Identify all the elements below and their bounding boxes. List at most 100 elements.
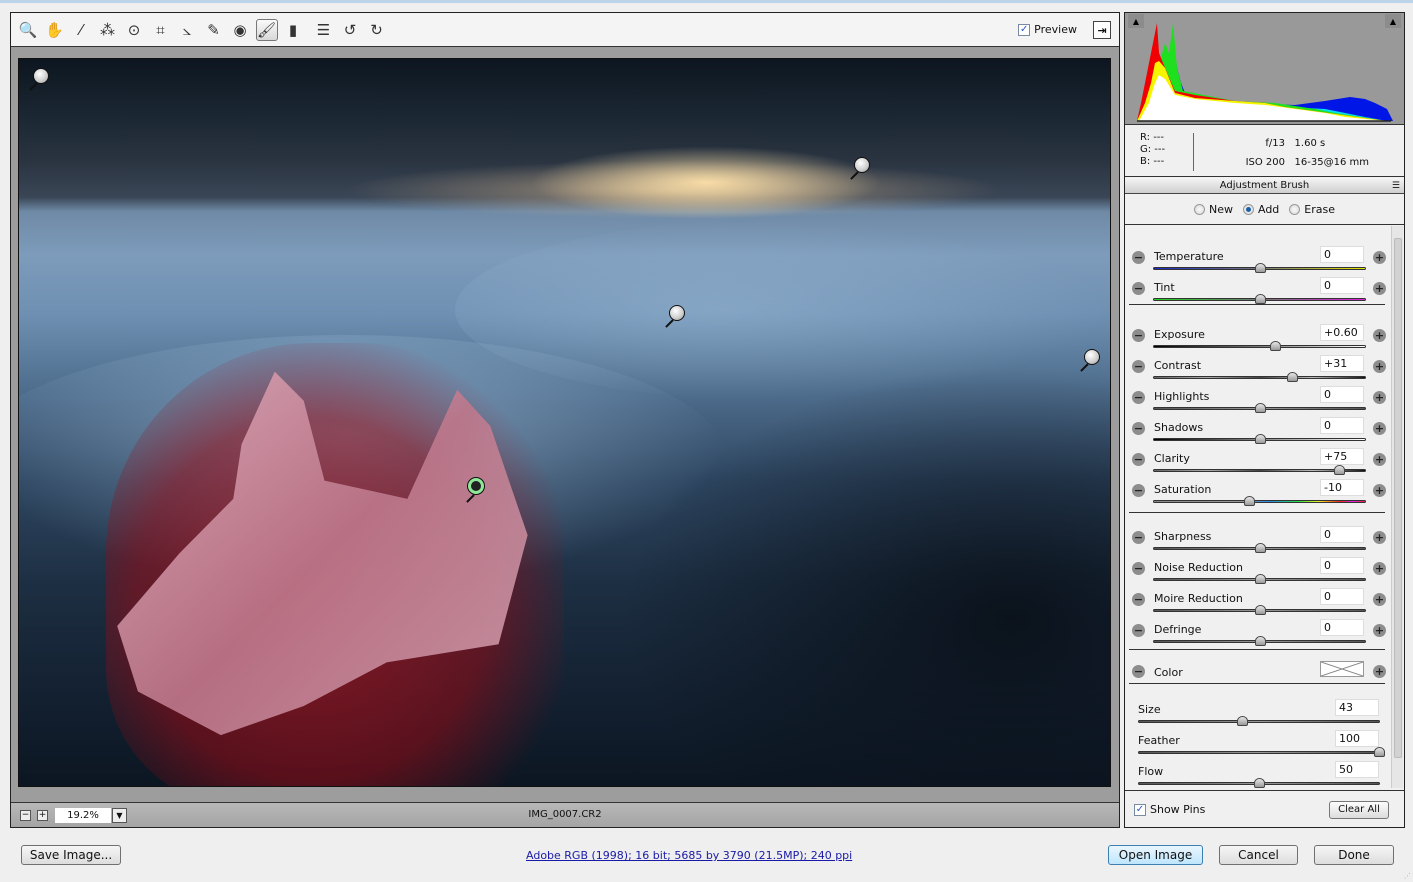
zoom-tool-icon[interactable]: 🔍 — [17, 19, 39, 41]
flow-value-field[interactable]: 50 — [1335, 761, 1379, 778]
color-sampler-tool-icon[interactable]: ⁂ — [97, 19, 119, 41]
save-image-button[interactable]: Save Image... — [21, 845, 121, 865]
noise-reduction-slider-thumb[interactable] — [1254, 574, 1266, 584]
panel-scrollbar-thumb[interactable] — [1394, 238, 1402, 758]
moire-reduction-slider-track[interactable] — [1153, 605, 1366, 615]
size-slider-thumb[interactable] — [1237, 716, 1249, 726]
exposure-increase-icon[interactable]: + — [1373, 329, 1386, 342]
crop-tool-icon[interactable]: ⌗ — [150, 19, 172, 41]
temperature-slider-track[interactable] — [1153, 263, 1366, 273]
panel-menu-icon[interactable]: ☰ — [1392, 178, 1400, 194]
panel-scrollbar[interactable] — [1391, 226, 1403, 788]
feather-slider-thumb[interactable] — [1374, 747, 1385, 757]
exposure-decrease-icon[interactable]: − — [1132, 329, 1145, 342]
adjustment-pin-icon[interactable] — [1083, 349, 1100, 366]
noise-reduction-increase-icon[interactable]: + — [1373, 562, 1386, 575]
flow-slider-thumb[interactable] — [1254, 778, 1265, 788]
temperature-slider-thumb[interactable] — [1254, 263, 1266, 273]
red-eye-removal-tool-icon[interactable]: ◉ — [229, 19, 251, 41]
temperature-increase-icon[interactable]: + — [1373, 251, 1386, 264]
highlights-slider-thumb[interactable] — [1254, 403, 1266, 413]
feather-value-field[interactable]: 100 — [1335, 730, 1379, 747]
saturation-value-field[interactable]: -10 — [1320, 479, 1364, 496]
highlights-value-field[interactable]: 0 — [1320, 386, 1364, 403]
shadows-value-field[interactable]: 0 — [1320, 417, 1364, 434]
moire-reduction-increase-icon[interactable]: + — [1373, 593, 1386, 606]
preferences-tool-icon[interactable]: ☰ — [313, 19, 335, 41]
clear-all-button[interactable]: Clear All — [1329, 801, 1389, 819]
saturation-increase-icon[interactable]: + — [1373, 484, 1386, 497]
radio-button-icon[interactable] — [1289, 204, 1301, 215]
shadows-slider-track[interactable] — [1153, 434, 1366, 444]
moire-reduction-slider-thumb[interactable] — [1254, 605, 1266, 615]
defringe-decrease-icon[interactable]: − — [1132, 624, 1145, 637]
straighten-tool-icon[interactable]: ⦣ — [176, 19, 198, 41]
size-slider-track[interactable] — [1138, 716, 1380, 726]
color-increase-icon[interactable]: + — [1373, 665, 1386, 678]
cancel-button[interactable]: Cancel — [1219, 845, 1298, 865]
defringe-increase-icon[interactable]: + — [1373, 624, 1386, 637]
white-balance-tool-icon[interactable]: ⁄ — [70, 19, 92, 41]
sharpness-decrease-icon[interactable]: − — [1132, 531, 1145, 544]
sharpness-value-field[interactable]: 0 — [1320, 526, 1364, 543]
sharpness-increase-icon[interactable]: + — [1373, 531, 1386, 544]
defringe-slider-thumb[interactable] — [1254, 636, 1266, 646]
color-decrease-icon[interactable]: − — [1132, 665, 1145, 678]
moire-reduction-value-field[interactable]: 0 — [1320, 588, 1364, 605]
shadows-slider-thumb[interactable] — [1254, 434, 1266, 444]
show-pins-toggle[interactable]: ✓ Show Pins — [1134, 803, 1205, 816]
mode-radio-add[interactable]: Add — [1242, 203, 1279, 216]
tint-slider-track[interactable] — [1153, 294, 1366, 304]
mode-radio-erase[interactable]: Erase — [1289, 203, 1335, 216]
shadows-decrease-icon[interactable]: − — [1132, 422, 1145, 435]
exposure-slider-track[interactable] — [1153, 341, 1366, 351]
hand-tool-icon[interactable]: ✋ — [44, 19, 66, 41]
highlights-increase-icon[interactable]: + — [1373, 391, 1386, 404]
flow-slider-track[interactable] — [1138, 778, 1380, 788]
tint-decrease-icon[interactable]: − — [1132, 282, 1145, 295]
rotate-right-tool-icon[interactable]: ↻ — [366, 19, 388, 41]
tint-increase-icon[interactable]: + — [1373, 282, 1386, 295]
open-image-button[interactable]: Open Image — [1108, 845, 1203, 865]
highlights-decrease-icon[interactable]: − — [1132, 391, 1145, 404]
exposure-value-field[interactable]: +0.60 — [1320, 324, 1364, 341]
rotate-left-tool-icon[interactable]: ↺ — [339, 19, 361, 41]
saturation-slider-thumb[interactable] — [1243, 496, 1255, 506]
contrast-increase-icon[interactable]: + — [1373, 360, 1386, 373]
feather-slider-track[interactable] — [1138, 747, 1385, 757]
size-value-field[interactable]: 43 — [1335, 699, 1379, 716]
highlights-slider-track[interactable] — [1153, 403, 1366, 413]
radio-button-icon[interactable] — [1242, 204, 1254, 215]
tint-value-field[interactable]: 0 — [1320, 277, 1364, 294]
noise-reduction-slider-track[interactable] — [1153, 574, 1366, 584]
noise-reduction-value-field[interactable]: 0 — [1320, 557, 1364, 574]
contrast-slider-thumb[interactable] — [1287, 372, 1299, 382]
sharpness-slider-thumb[interactable] — [1254, 543, 1266, 553]
contrast-slider-track[interactable] — [1153, 372, 1366, 382]
spot-removal-tool-icon[interactable]: ✎ — [203, 19, 225, 41]
done-button[interactable]: Done — [1314, 845, 1394, 865]
tint-slider-thumb[interactable] — [1254, 294, 1266, 304]
radio-button-icon[interactable] — [1193, 204, 1205, 215]
color-swatch[interactable] — [1320, 661, 1364, 677]
contrast-decrease-icon[interactable]: − — [1132, 360, 1145, 373]
clarity-slider-track[interactable] — [1153, 465, 1366, 475]
moire-reduction-decrease-icon[interactable]: − — [1132, 593, 1145, 606]
clarity-value-field[interactable]: +75 — [1320, 448, 1364, 465]
show-pins-checkbox[interactable]: ✓ — [1134, 803, 1146, 816]
adjustment-pin-icon[interactable] — [33, 67, 50, 84]
preview-checkbox[interactable]: ✓ — [1018, 23, 1031, 36]
temperature-value-field[interactable]: 0 — [1320, 246, 1364, 263]
resize-grip-icon[interactable]: ⋰ — [1404, 872, 1411, 880]
noise-reduction-decrease-icon[interactable]: − — [1132, 562, 1145, 575]
shadows-increase-icon[interactable]: + — [1373, 422, 1386, 435]
adjustment-brush-tool-icon[interactable]: 🖌 — [255, 19, 278, 41]
saturation-decrease-icon[interactable]: − — [1132, 484, 1145, 497]
graduated-filter-tool-icon[interactable]: ▮ — [282, 19, 304, 41]
contrast-value-field[interactable]: +31 — [1320, 355, 1364, 372]
defringe-value-field[interactable]: 0 — [1320, 619, 1364, 636]
sharpness-slider-track[interactable] — [1153, 543, 1366, 553]
exposure-slider-thumb[interactable] — [1270, 341, 1282, 351]
photo-canvas[interactable] — [18, 58, 1111, 787]
saturation-slider-track[interactable] — [1153, 496, 1366, 506]
